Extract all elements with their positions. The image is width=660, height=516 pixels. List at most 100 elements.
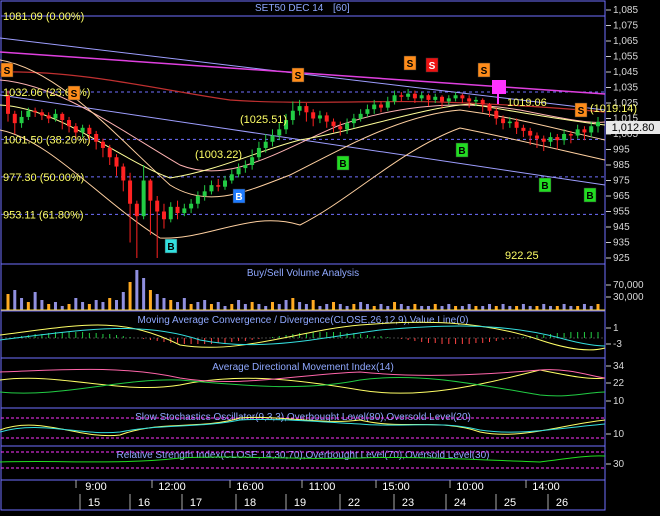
volume-bar bbox=[589, 306, 593, 310]
panel-title: Moving Average Convergence / Divergence(… bbox=[138, 315, 469, 326]
candle-body bbox=[589, 126, 594, 133]
volume-bar bbox=[291, 298, 295, 310]
candle-body bbox=[426, 95, 431, 100]
volume-bar bbox=[318, 306, 322, 310]
signal-label: S bbox=[481, 66, 488, 77]
volume-bar bbox=[393, 302, 397, 310]
volume-bar bbox=[549, 306, 553, 310]
volume-bar bbox=[169, 300, 173, 310]
volume-bar bbox=[521, 304, 525, 310]
volume-bar bbox=[515, 306, 519, 310]
volume-bar bbox=[542, 304, 546, 310]
volume-bar bbox=[162, 298, 166, 310]
volume-bar bbox=[6, 294, 10, 310]
candle-body bbox=[419, 95, 424, 99]
volume-bar bbox=[237, 300, 241, 310]
volume-bar bbox=[230, 304, 234, 310]
volume-bar bbox=[454, 306, 458, 310]
x-time-label: 11:00 bbox=[309, 481, 336, 493]
volume-bar bbox=[508, 306, 512, 310]
volume-bar bbox=[60, 306, 64, 310]
volume-bar bbox=[487, 304, 491, 310]
candle-body bbox=[175, 206, 180, 214]
candle-body bbox=[121, 166, 126, 181]
annotation-1019-14: (1019.14) bbox=[590, 103, 637, 115]
candle-body bbox=[460, 95, 465, 99]
panel-title: Average Directional Movement Index(14) bbox=[212, 362, 394, 373]
candle-body bbox=[202, 191, 207, 196]
candle-body bbox=[236, 168, 241, 175]
candle-body bbox=[94, 134, 99, 142]
candle-body bbox=[182, 208, 187, 214]
volume-bar bbox=[582, 304, 586, 310]
volume-bar bbox=[40, 300, 44, 310]
volume-bar bbox=[501, 304, 505, 310]
candle-body bbox=[290, 110, 295, 121]
signal-label: S bbox=[71, 89, 78, 100]
volume-bar bbox=[74, 298, 78, 310]
volume-bar bbox=[413, 304, 417, 310]
y-tick-label: 925 bbox=[613, 253, 630, 264]
x-day-label: 23 bbox=[402, 497, 414, 509]
volume-bar bbox=[474, 306, 478, 310]
price-y-axis: 1,0851,0751,0651,0551,0451,0351,0251,015… bbox=[606, 5, 638, 264]
candle-body bbox=[568, 134, 573, 136]
volume-bar bbox=[148, 290, 152, 310]
candle-body bbox=[548, 137, 553, 142]
volume-bar bbox=[352, 304, 356, 310]
signal-label: B bbox=[167, 242, 174, 253]
fib-label: 977.30 (50.00%) bbox=[3, 172, 84, 184]
magenta-marker bbox=[492, 80, 506, 94]
x-day-label: 16 bbox=[138, 497, 150, 509]
volume-bar bbox=[576, 306, 580, 310]
volume-bar bbox=[189, 304, 193, 310]
candle-body bbox=[155, 200, 160, 212]
y-tick-label: 1,075 bbox=[613, 21, 638, 32]
last-price-label: 1,012.80 bbox=[612, 122, 655, 134]
candle-body bbox=[453, 95, 458, 99]
signal-label: B bbox=[339, 159, 346, 170]
volume-bar bbox=[196, 302, 200, 310]
volume-bar bbox=[128, 282, 132, 310]
candle-body bbox=[80, 127, 85, 133]
candle-body bbox=[263, 141, 268, 148]
volume-bar bbox=[203, 300, 207, 310]
chart-period: [60] bbox=[333, 3, 350, 14]
candle-body bbox=[555, 137, 560, 141]
volume-bar bbox=[26, 302, 30, 310]
volume-bar bbox=[20, 298, 24, 310]
candle-body bbox=[311, 112, 316, 119]
y-tick-label: 1,045 bbox=[613, 67, 638, 78]
candle-body bbox=[514, 121, 519, 128]
candle-body bbox=[582, 129, 587, 133]
candle-body bbox=[304, 106, 309, 113]
y-tick-label: 1,085 bbox=[613, 5, 638, 16]
signal-label: B bbox=[541, 181, 548, 192]
volume-bar bbox=[121, 292, 125, 310]
y-tick-label: 1,065 bbox=[613, 36, 638, 47]
volume-bar bbox=[528, 306, 532, 310]
volume-bar bbox=[379, 304, 383, 310]
chart-svg: 1081.09 (0.00%)1032.06 (23.60%)1001.50 (… bbox=[0, 0, 660, 511]
x-day-label: 25 bbox=[504, 497, 516, 509]
candle-body bbox=[53, 113, 58, 119]
candle-body bbox=[473, 99, 478, 102]
y-tick-label: 955 bbox=[613, 207, 630, 218]
y-tick-label: 995 bbox=[613, 145, 630, 156]
candle-body bbox=[331, 121, 336, 127]
volume-bar bbox=[223, 306, 227, 310]
volume-bar bbox=[81, 302, 85, 310]
candle-body bbox=[440, 96, 445, 102]
x-time-label: 14:00 bbox=[532, 481, 560, 493]
candle-body bbox=[412, 93, 417, 99]
candle-body bbox=[277, 129, 282, 136]
candle-body bbox=[46, 115, 51, 119]
volume-bar bbox=[264, 306, 268, 310]
signal-label: S bbox=[407, 59, 414, 70]
panel-y-tick-label: 70,000 bbox=[613, 280, 644, 291]
volume-bar bbox=[243, 304, 247, 310]
candle-body bbox=[399, 95, 404, 97]
x-day-label: 24 bbox=[454, 497, 466, 509]
volume-bar bbox=[420, 306, 424, 310]
volume-bar bbox=[406, 306, 410, 310]
